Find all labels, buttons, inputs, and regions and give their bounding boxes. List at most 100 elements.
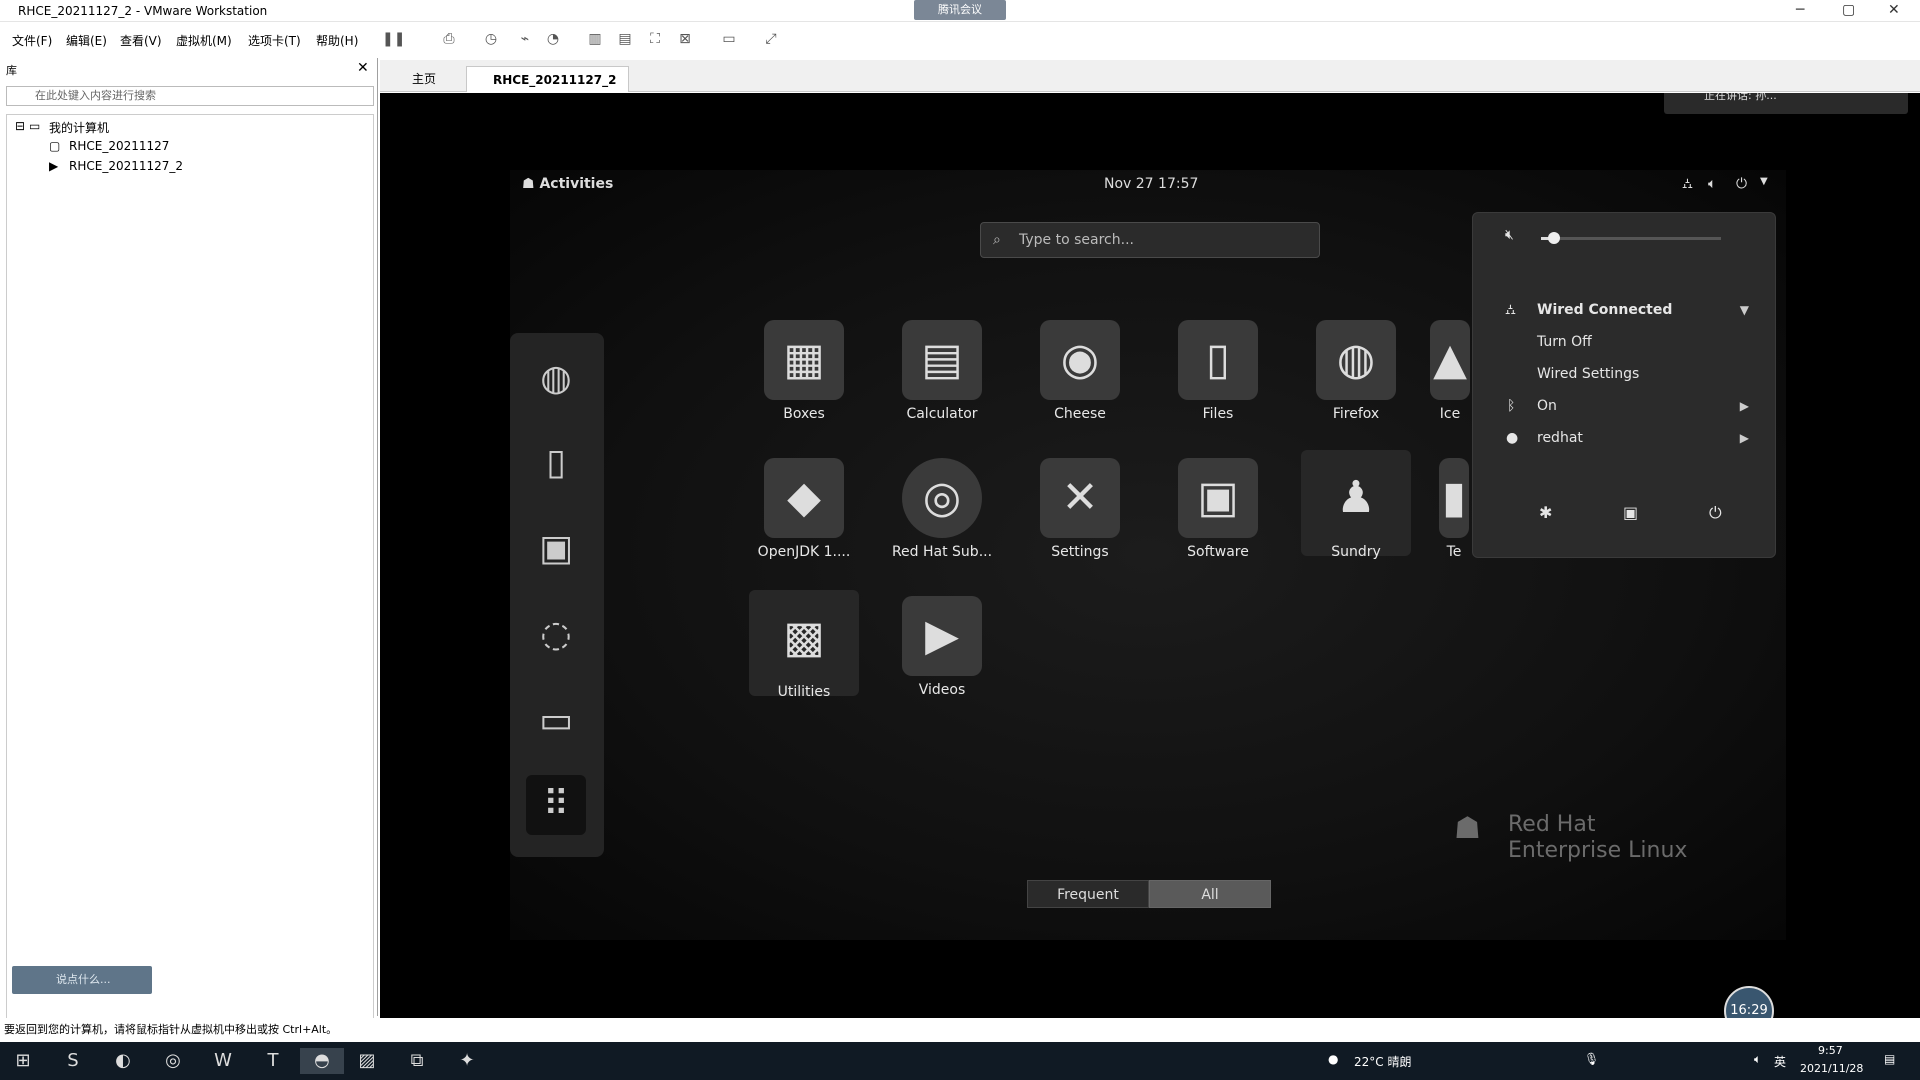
dash-firefox-icon[interactable]: ◍ [526, 349, 586, 409]
volume-slider[interactable] [1541, 232, 1721, 244]
app-label: Firefox [1332, 406, 1380, 422]
app-terminal-partial[interactable]: ▮ Te [1434, 458, 1474, 560]
lock-icon[interactable]: ▣ [1623, 503, 1638, 522]
tree-root-my-computer[interactable]: 我的计算机 [49, 119, 109, 136]
revert-snapshot-icon[interactable]: ⌁ [516, 30, 534, 48]
app-sublime-icon[interactable]: S [58, 1048, 88, 1074]
bluetooth-item[interactable]: ᛒ On ▶ [1473, 391, 1777, 421]
windows-start-icon[interactable]: ⊞ [8, 1048, 38, 1074]
input-language[interactable]: 英 [1774, 1053, 1786, 1070]
power-off-icon[interactable]: ⏻ [1709, 503, 1722, 523]
vmware-icon[interactable]: ⧉ [402, 1048, 432, 1074]
app-label: Cheese [1054, 406, 1106, 422]
meeting-app-icon[interactable]: ◓ [300, 1048, 344, 1074]
speaker-icon[interactable]: 🔈︎ [1754, 1052, 1761, 1067]
bluetooth-icon: ᛒ [1507, 398, 1516, 414]
weather-text[interactable]: 22°C 晴朗 [1354, 1053, 1411, 1070]
status-bar: 要返回到您的计算机，请将鼠标指针从虚拟机中移出或按 Ctrl+Alt。 [0, 1018, 1920, 1042]
utilities-icon: ▩ [783, 612, 825, 663]
app-settings[interactable]: ✕ Settings [1025, 458, 1135, 560]
wps-icon[interactable]: W [208, 1048, 238, 1074]
clock[interactable]: Nov 27 17:57 [1104, 176, 1198, 192]
videos-icon: ▶ [902, 596, 982, 676]
user-item[interactable]: ● redhat ▶ [1473, 423, 1777, 453]
app-software[interactable]: ▣ Software [1163, 458, 1273, 560]
library-close-icon[interactable]: ✕ [357, 60, 369, 76]
taskbar: ⊞ S ◐ ◎ W T ◓ ▨ ⧉ ✦ ● 22°C 晴朗 🎙︎ 🔈︎ 英 9:… [0, 1042, 1920, 1080]
app-boxes[interactable]: ▦ Boxes [749, 320, 859, 422]
chrome-icon[interactable]: ◎ [158, 1048, 188, 1074]
unity-icon[interactable]: ⊠ [676, 30, 694, 48]
fullscreen-icon[interactable]: ⛶ [646, 30, 664, 48]
turn-off-item[interactable]: Turn Off [1473, 327, 1777, 357]
tray-date[interactable]: 2021/11/28 [1800, 1062, 1863, 1075]
edge-icon[interactable]: ◐ [108, 1048, 138, 1074]
dash-software-icon[interactable]: ▣ [526, 519, 586, 579]
wired-network-icon: ⛼ [1505, 302, 1516, 318]
send-ctrl-alt-del-icon[interactable]: ⎙ [440, 30, 458, 48]
all-button[interactable]: All [1149, 880, 1271, 908]
frequent-button[interactable]: Frequent [1027, 880, 1149, 908]
app-ice[interactable]: ▲ Ice [1420, 320, 1480, 422]
app-utilities-folder[interactable]: ▩ Utilities [749, 590, 859, 700]
dash-help-icon[interactable]: ◌ [526, 605, 586, 665]
library-toggle-icon[interactable]: ▥ [586, 30, 604, 48]
pause-icon[interactable]: ❚❚ [382, 30, 405, 48]
wired-connected-item[interactable]: ⛼ Wired Connected ▼ [1473, 295, 1777, 325]
tab-vm[interactable]: RHCE_20211127_2 [466, 66, 630, 92]
snapshot-icon[interactable]: ◷ [482, 30, 500, 48]
tab-home[interactable]: 主页 [386, 66, 448, 92]
console-icon[interactable]: ▭ [720, 30, 738, 48]
search-icon: ⌕ [993, 232, 1001, 248]
meeting-badge[interactable]: 腾讯会议 [914, 0, 1006, 20]
tree-collapse-icon[interactable]: ⊟ [15, 119, 25, 133]
app-label: Te [1446, 544, 1462, 560]
menu-view[interactable]: 查看(V) [120, 32, 162, 49]
photos-icon[interactable]: ▨ [352, 1048, 382, 1074]
menu-vm[interactable]: 虚拟机(M) [176, 32, 232, 49]
app-bird-icon[interactable]: ✦ [452, 1048, 482, 1074]
minimize-button[interactable]: ─ [1796, 2, 1804, 18]
show-apps-icon[interactable]: ⠿ [526, 775, 586, 835]
typora-icon[interactable]: T [258, 1048, 288, 1074]
network-icon[interactable]: ⛼ [1682, 176, 1693, 194]
menu-edit[interactable]: 编辑(E) [66, 32, 107, 49]
app-sundry-folder[interactable]: ♟ Sundry [1301, 450, 1411, 560]
menu-tabs[interactable]: 选项卡(T) [248, 32, 301, 49]
dash-files-icon[interactable]: ▯ [526, 433, 586, 493]
wired-settings-item[interactable]: Wired Settings [1473, 359, 1777, 389]
tree-item-vm[interactable]: RHCE_20211127 [69, 139, 169, 153]
system-menu-arrow-icon[interactable]: ▼ [1760, 176, 1768, 187]
snapshot-manager-icon[interactable]: ◔ [544, 30, 562, 48]
app-openjdk[interactable]: ◆ OpenJDK 1.... [749, 458, 859, 560]
app-firefox[interactable]: ◍ Firefox [1301, 320, 1411, 422]
library-search-input[interactable]: 在此处键入内容进行搜索 [6, 86, 374, 106]
maximize-button[interactable]: ▢ [1842, 2, 1855, 18]
chat-input[interactable]: 说点什么... [12, 966, 152, 994]
app-cheese[interactable]: ◉ Cheese [1025, 320, 1135, 422]
tree-item-vm-running[interactable]: RHCE_20211127_2 [69, 159, 183, 173]
app-label: Utilities [777, 684, 831, 700]
app-files[interactable]: ▯ Files [1163, 320, 1273, 422]
menu-help[interactable]: 帮助(H) [316, 32, 358, 49]
app-label: Red Hat Sub... [891, 544, 993, 560]
app-videos[interactable]: ▶ Videos [887, 596, 997, 698]
settings-tools-icon[interactable]: ✱ [1539, 503, 1552, 522]
chevron-right-icon: ▶ [1739, 399, 1749, 413]
dash-terminal-icon[interactable]: ▭ [526, 691, 586, 751]
tray-time[interactable]: 9:57 [1818, 1044, 1843, 1057]
microphone-icon[interactable]: 🎙︎ [1584, 1052, 1599, 1066]
app-redhat-subscription[interactable]: ◎ Red Hat Sub... [887, 458, 997, 560]
stretch-icon[interactable]: ⤢ [762, 30, 780, 48]
gnome-search-input[interactable]: ⌕ Type to search... [980, 222, 1320, 258]
activities-button[interactable]: ☗ Activities [522, 176, 613, 192]
menu-file[interactable]: 文件(F) [12, 32, 52, 49]
power-icon[interactable]: ⏻ [1736, 176, 1747, 192]
app-calculator[interactable]: ▤ Calculator [887, 320, 997, 422]
cheese-icon: ◉ [1040, 320, 1120, 400]
volume-icon[interactable]: 🔈︎ [1708, 176, 1716, 192]
thumbnail-icon[interactable]: ▤ [616, 30, 634, 48]
app-label: Sundry [1331, 544, 1381, 560]
notification-icon[interactable]: ▤ [1884, 1052, 1895, 1066]
close-button[interactable]: ✕ [1888, 2, 1900, 18]
